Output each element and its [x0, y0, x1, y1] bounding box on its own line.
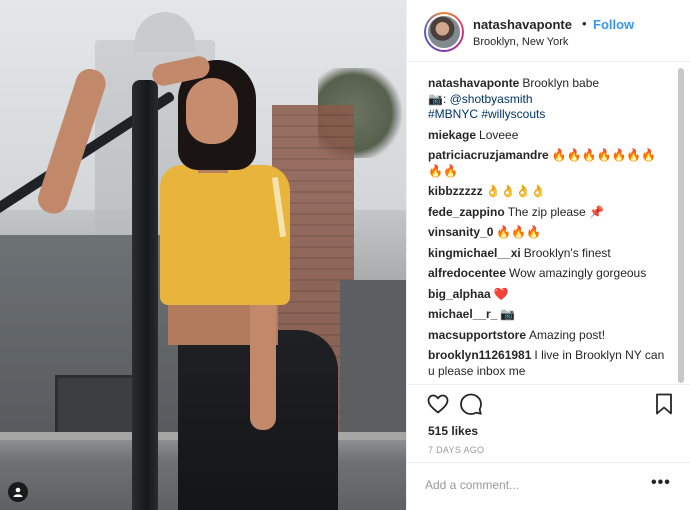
comment-text: Brooklyn's finest	[523, 245, 611, 260]
comment-text: 👌👌👌👌	[485, 184, 546, 198]
more-options-button[interactable]: •••	[651, 474, 671, 492]
bookmark-icon[interactable]	[652, 392, 676, 416]
caption-credit[interactable]: 📷: @shotbyasmith	[428, 92, 533, 106]
comment-text: The zip please 📌	[507, 204, 605, 219]
comment-username[interactable]: macsupportstore	[428, 328, 526, 342]
comment-text: Wow amazingly gorgeous	[509, 266, 647, 280]
list-item: big_alphaa ❤️	[428, 287, 671, 303]
photo-figure-shirt	[160, 165, 290, 305]
comment-username[interactable]: kingmichael__xi	[428, 246, 521, 260]
comment-username[interactable]: vinsanity_0	[428, 225, 493, 239]
list-item: alfredocentee Wow amazingly gorgeous	[428, 266, 671, 282]
post-side-panel: natashavaponte • Follow Brooklyn, New Yo…	[406, 0, 690, 510]
scrollbar-thumb[interactable]	[678, 68, 684, 383]
post-timestamp[interactable]: 7 DAYS AGO	[428, 445, 484, 455]
list-item: michael__r_ 📷	[428, 307, 671, 323]
comment-text: Amazing post!	[529, 327, 606, 342]
header-username[interactable]: natashavaponte	[473, 17, 572, 32]
list-item: fede_zappino The zip please 📌	[428, 205, 671, 221]
comment-text: Loveee	[479, 127, 519, 142]
photo-figure-face	[186, 78, 238, 144]
photo-shirt-stripe	[271, 176, 287, 238]
comment-username[interactable]: alfredocentee	[428, 266, 506, 280]
comment-username[interactable]: natashavaponte	[428, 76, 519, 90]
heart-icon[interactable]	[426, 392, 450, 416]
comments-list[interactable]: natashavaponte Brooklyn babe 📷: @shotbyas…	[407, 62, 690, 384]
list-item: patriciacruzjamandre 🔥🔥🔥🔥🔥🔥🔥🔥🔥	[428, 148, 671, 179]
comment-text: 🔥🔥🔥	[496, 225, 542, 239]
comment-text: ❤️	[493, 286, 509, 301]
caption-hashtags[interactable]: #MBNYC #willyscouts	[428, 107, 545, 121]
avatar[interactable]	[424, 12, 464, 52]
comment-username[interactable]: patriciacruzjamandre	[428, 148, 549, 162]
list-item: vinsanity_0 🔥🔥🔥	[428, 225, 671, 241]
comment-text: Brooklyn babe	[522, 76, 600, 90]
person-icon	[13, 487, 23, 497]
comment-username[interactable]: kibbzzzzz	[428, 184, 483, 198]
user-tag-icon[interactable]	[8, 482, 28, 502]
photo-building-right	[340, 280, 406, 440]
list-item: miekage Loveee	[428, 128, 671, 144]
location-link[interactable]: Brooklyn, New York	[473, 36, 568, 48]
photo-window	[55, 375, 135, 437]
comment-username[interactable]: big_alphaa	[428, 287, 491, 301]
list-item: kibbzzzzz 👌👌👌👌	[428, 184, 671, 200]
list-item: macsupportstore Amazing post!	[428, 328, 671, 344]
caption: natashavaponte Brooklyn babe 📷: @shotbyas…	[428, 76, 671, 123]
header-separator: •	[582, 16, 587, 31]
comment-username[interactable]: fede_zappino	[428, 205, 505, 219]
add-comment-input[interactable]	[425, 470, 640, 500]
comment-username[interactable]: michael__r_	[428, 307, 497, 321]
comment-username[interactable]: miekage	[428, 128, 476, 142]
list-item: kingmichael__xi Brooklyn's finest	[428, 246, 671, 262]
comments-scrollbar[interactable]	[678, 68, 684, 383]
post-photo[interactable]	[0, 0, 406, 510]
comment-icon[interactable]	[459, 392, 483, 416]
photo-railing-vertical	[132, 80, 158, 510]
avatar-image	[426, 14, 462, 50]
follow-button[interactable]: Follow	[593, 17, 634, 32]
list-item: brooklyn11261981 I live in Brooklyn NY ca…	[428, 348, 671, 379]
comment-username[interactable]: brooklyn11261981	[428, 348, 531, 362]
comment-text: 📷	[500, 307, 516, 321]
likes-count[interactable]: 515 likes	[428, 424, 478, 438]
